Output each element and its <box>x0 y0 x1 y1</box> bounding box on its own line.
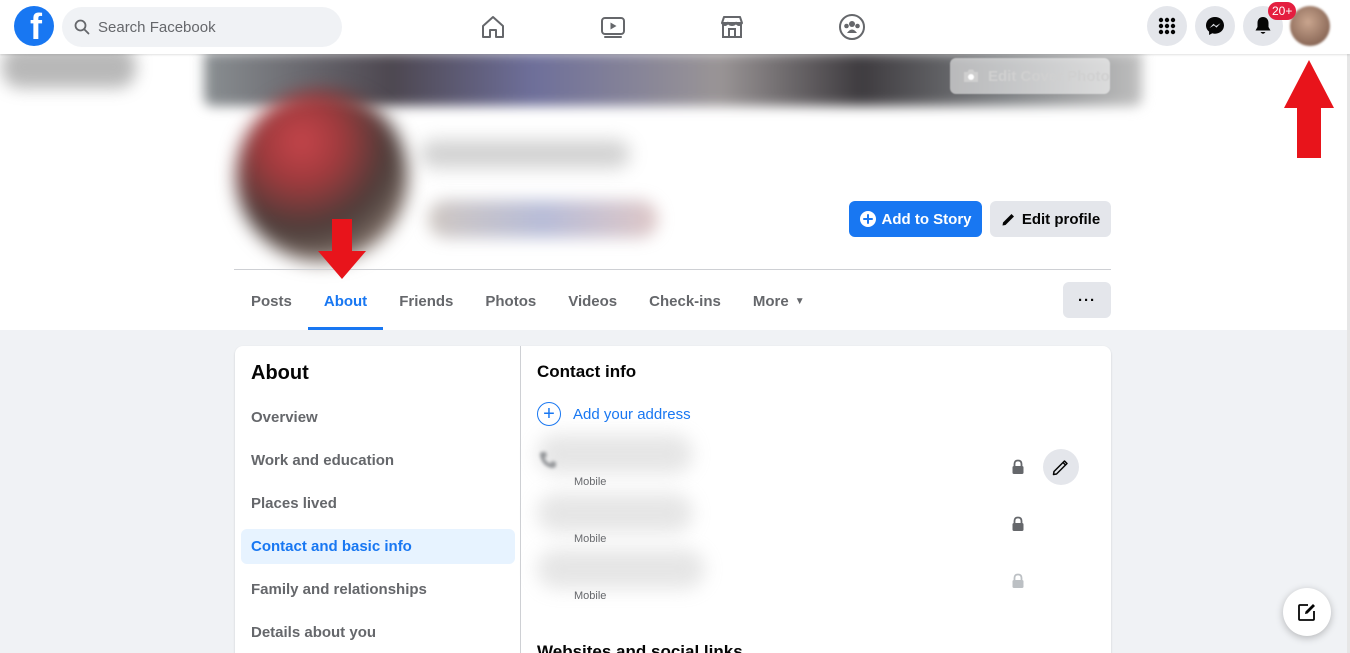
marketplace-icon <box>721 16 743 38</box>
marketplace-nav-button[interactable] <box>712 8 752 46</box>
more-dots-icon: ··· <box>1078 291 1096 309</box>
friends-preview-blurred <box>428 200 658 238</box>
new-message-button[interactable] <box>1283 588 1331 636</box>
menu-grid-icon <box>1158 17 1176 35</box>
more-options-button[interactable]: ··· <box>1063 282 1111 318</box>
phone-number-blurred <box>537 434 693 474</box>
edit-cover-photo-label: Edit Cover Photo <box>988 67 1110 85</box>
menu-button[interactable] <box>1147 6 1187 46</box>
about-title: About <box>251 362 309 384</box>
add-to-story-label: Add to Story <box>881 210 972 228</box>
about-item-label: Overview <box>251 409 318 426</box>
tab-label: Photos <box>485 292 537 310</box>
phone-type-label: Mobile <box>574 590 607 602</box>
search-box[interactable] <box>62 7 342 47</box>
add-to-story-button[interactable]: Add to Story <box>849 201 982 237</box>
about-item-overview[interactable]: Overview <box>241 400 515 435</box>
facebook-logo[interactable]: f <box>14 6 54 46</box>
pencil-icon <box>1002 213 1014 225</box>
red-arrow-annotation-icon <box>1284 60 1334 158</box>
tab-label: Posts <box>251 292 292 310</box>
contact-info-title: Contact info <box>537 362 637 381</box>
red-arrow-annotation-icon <box>318 219 366 279</box>
edit-profile-label: Edit profile <box>1021 210 1101 228</box>
add-address-label: Add your address <box>573 405 691 423</box>
tab-posts[interactable]: Posts <box>235 272 308 330</box>
lock-icon[interactable] <box>1011 573 1025 589</box>
tab-videos[interactable]: Videos <box>552 272 633 330</box>
top-navigation-bar: f 20+ <box>0 0 1350 54</box>
groups-icon <box>839 14 865 40</box>
about-item-details-about-you[interactable]: Details about you <box>241 615 515 650</box>
home-icon <box>482 16 504 38</box>
tab-label: About <box>323 292 368 310</box>
tab-label: Check-ins <box>649 292 721 310</box>
about-item-label: Contact and basic info <box>251 538 412 555</box>
about-sidebar: About Overview Work and education Places… <box>235 346 521 653</box>
search-icon <box>74 19 90 35</box>
about-card: About Overview Work and education Places… <box>235 346 1111 653</box>
tab-label: Friends <box>399 292 454 310</box>
search-input[interactable] <box>98 18 318 36</box>
lock-icon[interactable] <box>1011 516 1025 532</box>
phone-type-label: Mobile <box>574 476 607 488</box>
about-item-label: Family and relationships <box>251 581 427 598</box>
groups-nav-button[interactable] <box>832 8 872 46</box>
phone-number-blurred <box>537 493 693 533</box>
plus-icon: + <box>537 402 561 426</box>
watch-nav-button[interactable] <box>593 8 633 46</box>
about-item-places-lived[interactable]: Places lived <box>241 486 515 521</box>
lock-icon[interactable] <box>1011 459 1025 475</box>
edit-phone-button[interactable] <box>1043 449 1079 485</box>
tab-check-ins[interactable]: Check-ins <box>633 272 737 330</box>
edit-cover-photo-button[interactable]: Edit Cover Photo <box>950 58 1110 94</box>
websites-and-social-links-title: Websites and social links <box>537 642 743 653</box>
phone-number-blurred <box>537 549 705 589</box>
watch-icon <box>601 17 625 38</box>
tab-more[interactable]: More ▼ <box>737 272 821 330</box>
camera-icon <box>964 69 978 82</box>
compose-icon <box>1298 604 1315 621</box>
about-item-label: Work and education <box>251 452 395 469</box>
about-item-label: Places lived <box>251 495 337 512</box>
about-item-contact-and-basic-info[interactable]: Contact and basic info <box>241 529 515 564</box>
caret-down-icon: ▼ <box>794 295 805 307</box>
tab-label: More <box>752 292 789 310</box>
phone-type-label: Mobile <box>574 533 607 545</box>
about-item-label: Details about you <box>251 624 377 641</box>
tab-label: Videos <box>568 292 618 310</box>
pencil-icon <box>1052 460 1068 476</box>
home-nav-button[interactable] <box>473 8 513 46</box>
about-item-family-and-relationships[interactable]: Family and relationships <box>241 572 515 607</box>
tab-friends[interactable]: Friends <box>383 272 469 330</box>
account-avatar[interactable] <box>1290 6 1330 46</box>
profile-name-blurred <box>420 140 630 168</box>
about-item-work-and-education[interactable]: Work and education <box>241 443 515 478</box>
messenger-icon <box>1206 17 1224 35</box>
tab-photos[interactable]: Photos <box>469 272 552 330</box>
notifications-icon <box>1255 17 1271 34</box>
edit-profile-button[interactable]: Edit profile <box>990 201 1111 237</box>
plus-circle-icon <box>859 211 876 227</box>
add-address-button[interactable]: + Add your address <box>537 402 691 426</box>
messenger-button[interactable] <box>1195 6 1235 46</box>
notification-badge: 20+ <box>1268 2 1297 20</box>
